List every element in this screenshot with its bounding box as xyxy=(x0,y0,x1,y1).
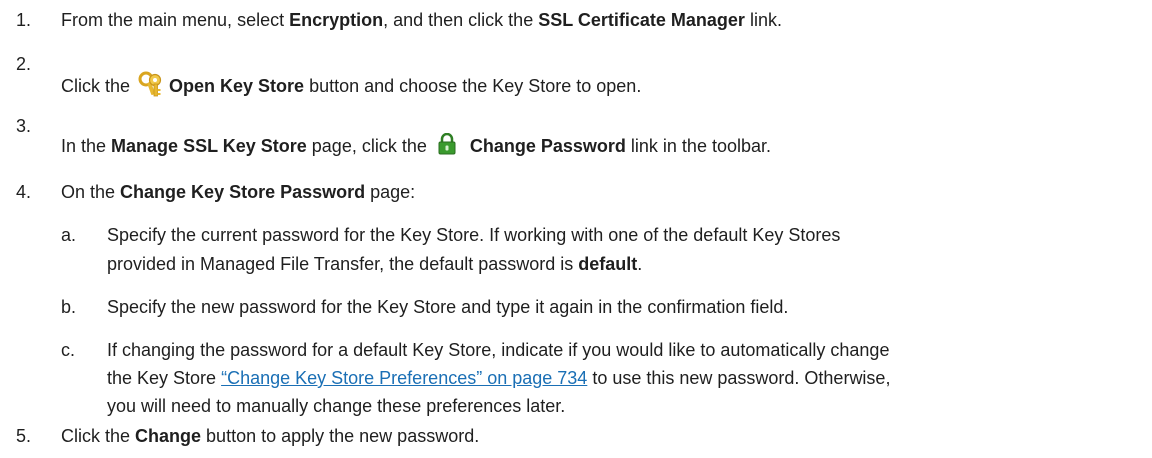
step-text: On the Change Key Store Password page: xyxy=(61,182,416,202)
open-key-store-button-name: Open Key Store xyxy=(169,76,305,96)
substep-letter: a. xyxy=(61,225,77,245)
step-number: 1. xyxy=(16,10,32,30)
instruction-list: 1. From the main menu, select Encryption… xyxy=(0,0,1152,458)
change-password-link-name: Change Password xyxy=(469,136,626,156)
change-key-store-preferences-link[interactable]: “Change Key Store Preferences” on page 7… xyxy=(221,368,587,388)
substep-letter: b. xyxy=(61,297,77,317)
substep-text-line: Specify the current password for the Key… xyxy=(107,225,841,245)
change-key-store-password-page-name: Change Key Store Password xyxy=(120,182,366,202)
step-text: From the main menu, select Encryption, a… xyxy=(61,10,782,30)
step-text: Click the Open Key Store button and choo… xyxy=(61,71,641,98)
ssl-certificate-manager-link-name: SSL Certificate Manager xyxy=(538,10,745,30)
step-number: 3. xyxy=(16,116,32,136)
key-ring-icon xyxy=(138,71,162,97)
substep-text-line: provided in Managed File Transfer, the d… xyxy=(107,254,643,274)
step-number: 5. xyxy=(16,426,32,446)
lock-icon xyxy=(438,133,456,155)
step-number: 2. xyxy=(16,54,32,74)
step-number: 4. xyxy=(16,182,32,202)
substep-text-line: you will need to manually change these p… xyxy=(107,396,566,416)
substep-text-line: If changing the password for a default K… xyxy=(107,340,890,360)
menu-encryption: Encryption xyxy=(289,10,384,30)
manage-ssl-key-store-page-name: Manage SSL Key Store xyxy=(111,136,307,156)
substep-text-line: Specify the new password for the Key Sto… xyxy=(107,297,789,317)
substep-letter: c. xyxy=(61,340,76,360)
substep-text-line: the Key Store “Change Key Store Preferen… xyxy=(107,368,891,388)
change-button-name: Change xyxy=(135,426,202,446)
default-password-value: default xyxy=(578,254,638,274)
step-text: In the Manage SSL Key Store page, click … xyxy=(61,133,771,158)
step-text: Click the Change button to apply the new… xyxy=(61,426,480,446)
